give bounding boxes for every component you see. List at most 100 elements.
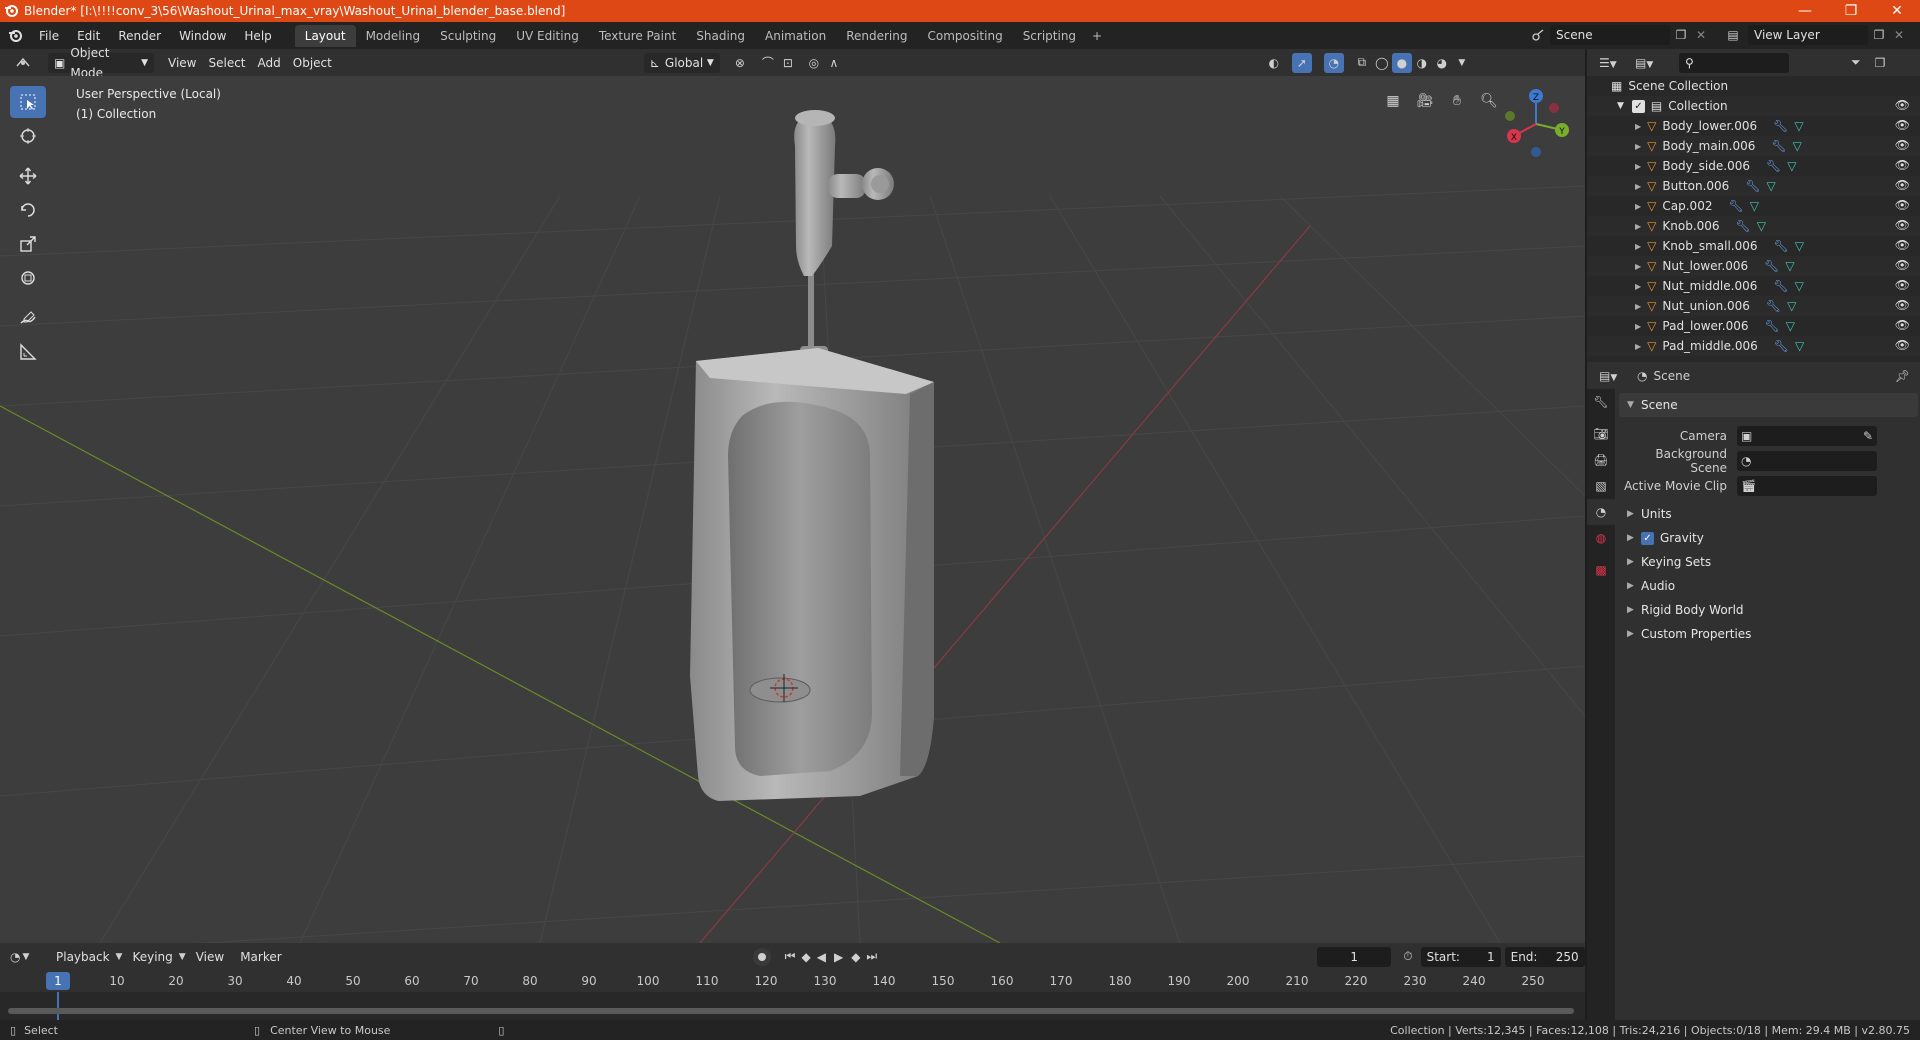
snap-icon[interactable]: ⌒ — [758, 53, 778, 73]
units-panel[interactable]: ▶ Units — [1617, 502, 1920, 526]
clock-icon[interactable]: ⏱ — [1403, 949, 1412, 964]
transform-tool[interactable] — [10, 262, 46, 294]
menu-window[interactable]: Window — [170, 29, 235, 43]
timeline-editor-icon[interactable]: ◔ ▼ — [10, 950, 38, 964]
expand-chevron-icon[interactable]: ▶ — [1635, 162, 1641, 171]
jump-start-icon[interactable]: ⏮ — [785, 949, 796, 964]
tab-scripting[interactable]: Scripting — [1013, 25, 1086, 47]
modifier-icon[interactable]: 🔧︎ — [1774, 339, 1789, 353]
expand-chevron-icon[interactable]: ▶ — [1635, 182, 1641, 191]
menu-playback[interactable]: Playback — [50, 947, 116, 967]
rotate-tool[interactable] — [10, 194, 46, 226]
scene-name-field[interactable]: Scene — [1550, 25, 1670, 45]
toggle-ortho-icon[interactable]: ▦ — [1380, 88, 1406, 114]
scene-browse-icon[interactable] — [1526, 28, 1550, 42]
measure-tool[interactable] — [10, 336, 46, 368]
expand-chevron-icon[interactable]: ▶ — [1635, 222, 1641, 231]
end-frame-field[interactable]: End: 250 — [1504, 946, 1585, 967]
new-view-layer-icon[interactable]: ❐ — [1868, 28, 1890, 42]
eye-icon[interactable]: 👁︎ — [1895, 218, 1910, 232]
expand-chevron-icon[interactable]: ▶ — [1635, 322, 1641, 331]
eye-icon[interactable]: 👁︎ — [1895, 178, 1910, 192]
mesh-data-icon[interactable]: ▽ — [1795, 239, 1804, 253]
expand-chevron-icon[interactable]: ▶ — [1635, 282, 1641, 291]
modifier-icon[interactable]: 🔧︎ — [1773, 279, 1788, 293]
expand-chevron-icon[interactable]: ▶ — [1635, 202, 1641, 211]
tab-modeling[interactable]: Modeling — [356, 25, 431, 47]
eye-icon[interactable]: 👁︎ — [1895, 138, 1910, 152]
shading-options-icon[interactable]: ▼ — [1452, 53, 1472, 73]
keying-sets-panel[interactable]: ▶ Keying Sets — [1617, 550, 1920, 574]
wireframe-shading-icon[interactable]: ◯ — [1372, 53, 1392, 73]
new-scene-icon[interactable]: ❐ — [1670, 28, 1692, 42]
view-layer-icon[interactable]: ▤ — [1718, 28, 1748, 42]
filter-icon[interactable]: ⏷ — [1851, 55, 1861, 70]
move-tool[interactable] — [10, 160, 46, 192]
material-shading-icon[interactable]: ◑ — [1412, 53, 1432, 73]
menu-select[interactable]: Select — [202, 53, 251, 73]
outliner-object-row[interactable]: ▶ ▽ Nut_union.006 🔧︎ ▽ 👁︎ — [1587, 296, 1920, 316]
rigid-body-world-panel[interactable]: ▶ Rigid Body World — [1617, 598, 1920, 622]
menu-object[interactable]: Object — [287, 53, 338, 73]
pan-hand-icon[interactable]: ✋︎ — [1444, 88, 1470, 114]
eye-icon[interactable]: 👁︎ — [1895, 238, 1910, 252]
tool-tab[interactable]: 🔧︎ — [1587, 389, 1615, 415]
new-collection-icon[interactable]: ❐ — [1875, 56, 1886, 70]
scene-collection-row[interactable]: ▦ Scene Collection — [1587, 76, 1920, 96]
expand-chevron-icon[interactable]: ▼ — [1617, 101, 1624, 111]
outliner-object-row[interactable]: ▶ ▽ Nut_lower.006 🔧︎ ▽ 👁︎ — [1587, 256, 1920, 276]
active-movie-clip-field[interactable]: 🎬︎ — [1737, 475, 1877, 496]
view-layer-tab[interactable]: ▧ — [1587, 473, 1615, 499]
view-layer-field[interactable]: View Layer — [1748, 25, 1868, 45]
mesh-data-icon[interactable]: ▽ — [1786, 319, 1795, 333]
gravity-checkbox[interactable]: ✓ — [1641, 531, 1654, 545]
overlay-toggle-icon[interactable]: ◔ — [1323, 52, 1344, 73]
collection-row[interactable]: ▼ ✓ ▤ Collection 👁︎ — [1587, 96, 1920, 116]
modifier-icon[interactable]: 🔧︎ — [1773, 119, 1788, 133]
menu-help[interactable]: Help — [235, 29, 280, 43]
display-mode-icon[interactable]: ▤▼ — [1635, 56, 1665, 70]
menu-edit[interactable]: Edit — [68, 29, 109, 43]
falloff-icon[interactable]: ∧ — [824, 53, 844, 73]
solid-shading-icon[interactable]: ● — [1391, 52, 1412, 73]
tab-uv-editing[interactable]: UV Editing — [506, 25, 589, 47]
mesh-data-icon[interactable]: ▽ — [1757, 219, 1766, 233]
exclude-checkbox[interactable]: ✓ — [1631, 99, 1645, 113]
start-frame-field[interactable]: Start: 1 — [1420, 946, 1501, 967]
gravity-panel[interactable]: ▶ ✓ Gravity — [1617, 526, 1920, 550]
camera-view-icon[interactable]: 🎥︎ — [1412, 88, 1438, 114]
play-icon[interactable]: ▶ — [834, 950, 843, 964]
minimize-button[interactable]: — — [1782, 0, 1828, 22]
mesh-data-icon[interactable]: ▽ — [1794, 119, 1803, 133]
eye-icon[interactable]: 👁︎ — [1895, 158, 1910, 172]
menu-render[interactable]: Render — [109, 29, 170, 43]
mesh-data-icon[interactable]: ▽ — [1787, 299, 1796, 313]
mesh-data-icon[interactable]: ▽ — [1785, 259, 1794, 273]
prev-keyframe-icon[interactable]: ◆ — [801, 950, 810, 964]
outliner-object-row[interactable]: ▶ ▽ Body_side.006 🔧︎ ▽ 👁︎ — [1587, 156, 1920, 176]
cursor-tool[interactable] — [10, 120, 46, 152]
outliner-editor-icon[interactable]: ☰▼ — [1599, 56, 1629, 70]
visibility-filter-icon[interactable]: ◐ — [1264, 53, 1284, 73]
record-button[interactable] — [752, 947, 771, 966]
add-workspace-button[interactable]: + — [1086, 25, 1108, 47]
delete-view-layer-icon[interactable]: ✕ — [1890, 28, 1908, 42]
modifier-icon[interactable]: 🔧︎ — [1771, 139, 1786, 153]
scene-tab[interactable]: ◔ — [1587, 499, 1615, 525]
play-reverse-icon[interactable]: ◀ — [817, 950, 826, 964]
modifier-icon[interactable]: 🔧︎ — [1764, 319, 1779, 333]
menu-keying[interactable]: Keying — [126, 947, 178, 967]
eye-icon[interactable]: 👁︎ — [1895, 278, 1910, 292]
texture-tab[interactable]: ▩ — [1587, 557, 1615, 583]
gizmo-toggle-icon[interactable]: ➚ — [1291, 52, 1312, 73]
scene-panel-header[interactable]: ▼ Scene — [1619, 393, 1918, 417]
close-button[interactable]: ✕ — [1874, 0, 1920, 22]
modifier-icon[interactable]: 🔧︎ — [1774, 239, 1789, 253]
editor-type-icon[interactable] — [8, 53, 38, 73]
select-box-tool[interactable] — [10, 86, 46, 118]
properties-editor-icon[interactable]: ▤▼ — [1599, 369, 1629, 383]
pivot-point-icon[interactable]: ⊗ — [730, 53, 750, 73]
blender-menu-icon[interactable] — [0, 29, 30, 43]
current-frame-field[interactable]: 1 — [1317, 946, 1392, 967]
annotate-tool[interactable] — [10, 302, 46, 334]
